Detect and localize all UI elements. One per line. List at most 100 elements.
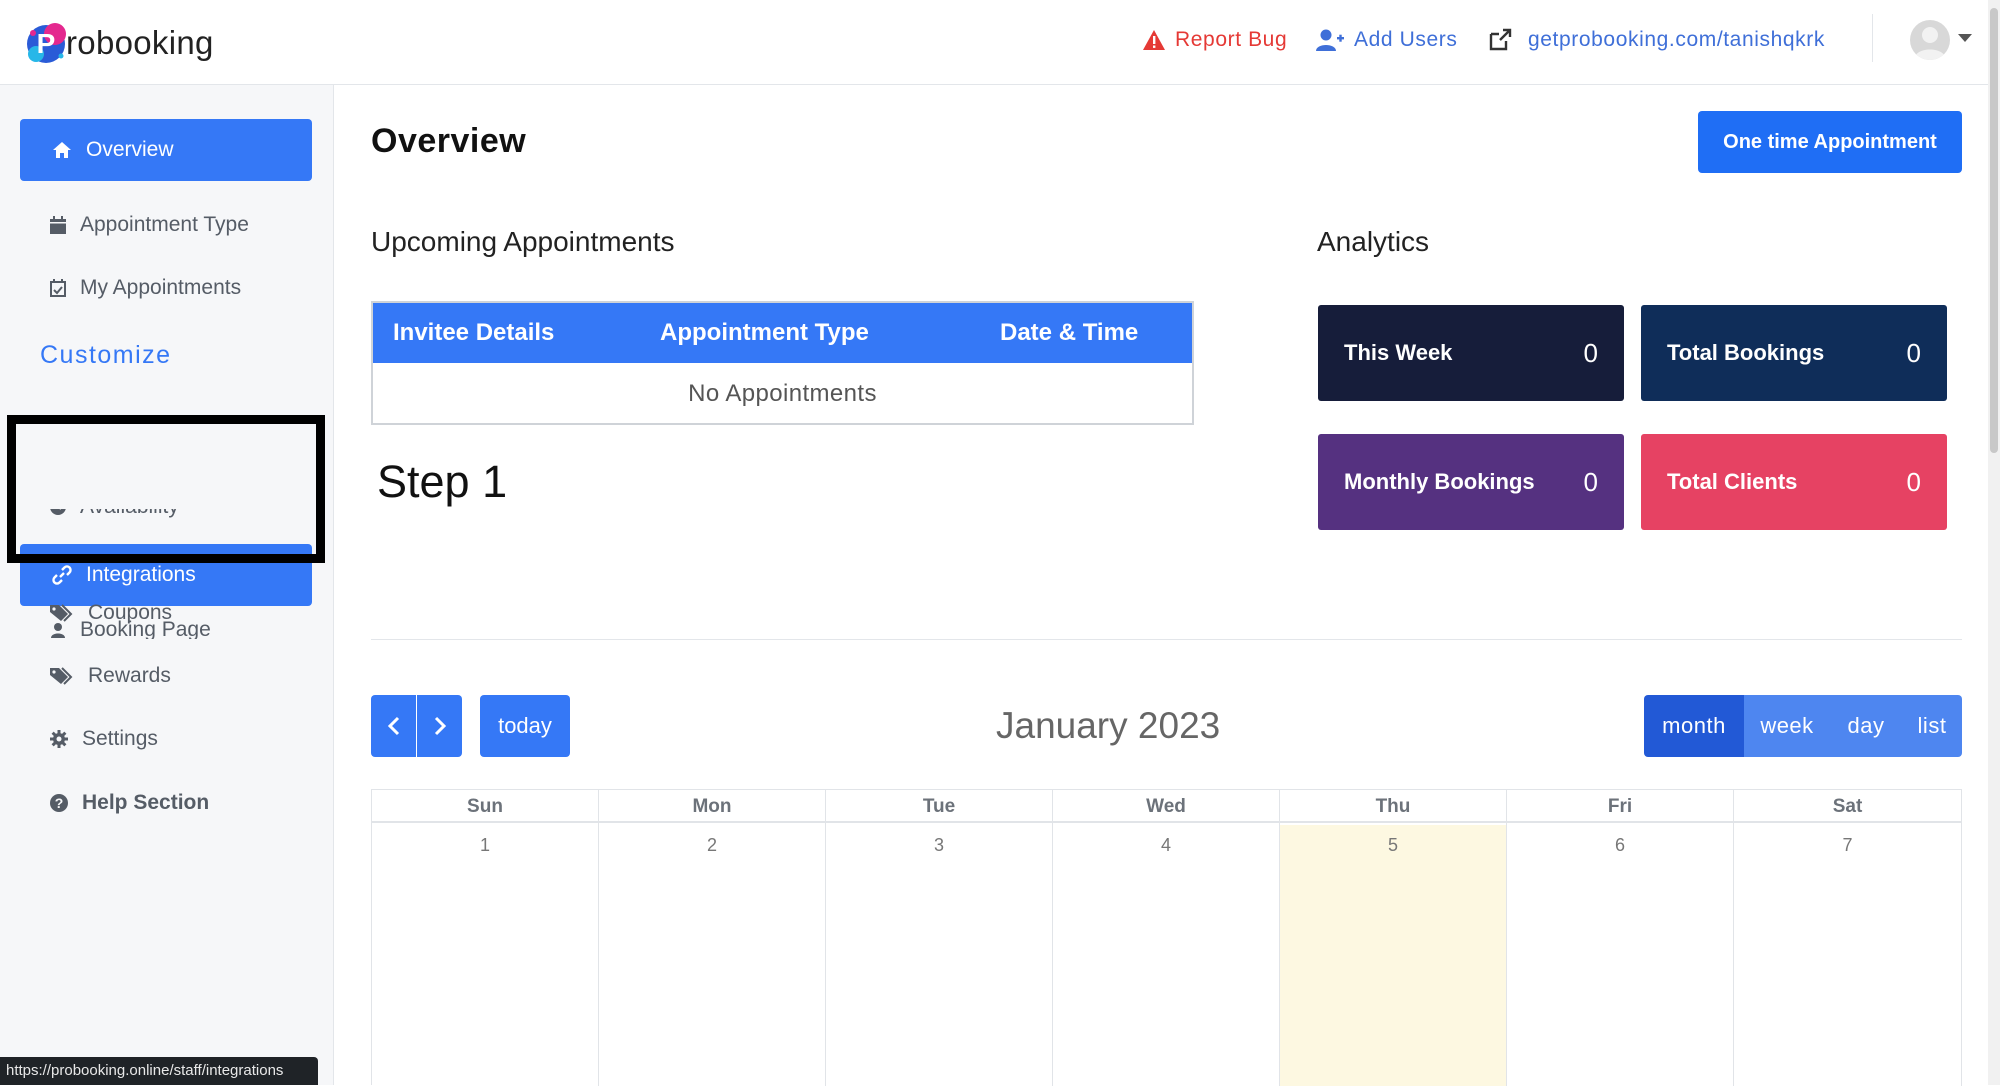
external-link-icon [1489, 28, 1512, 51]
svg-text:?: ? [55, 795, 64, 811]
calendar-day-column[interactable]: Mon 2 [599, 790, 826, 1086]
logo-mark-icon: P [24, 20, 68, 66]
view-week-button[interactable]: week [1744, 695, 1830, 757]
highlight-box [7, 415, 325, 563]
day-of-week-header: Wed [1053, 790, 1279, 823]
calendar-date[interactable]: 1 [372, 835, 598, 856]
col-invitee-details: Invitee Details [393, 319, 555, 346]
analytics-card-total-bookings: Total Bookings 0 [1641, 305, 1947, 401]
booking-page-link[interactable]: getprobooking.com/tanishqkrk [1488, 24, 1825, 56]
calendar-date-today[interactable]: 5 [1280, 835, 1506, 856]
calendar-day-column[interactable]: Wed 4 [1053, 790, 1280, 1086]
add-users-link[interactable]: Add Users [1316, 24, 1457, 56]
calendar-icon [50, 216, 66, 234]
warning-icon [1143, 30, 1165, 50]
calendar-title: January 2023 [996, 705, 1221, 746]
link-icon [52, 565, 72, 585]
calendar-next-button[interactable] [417, 695, 462, 757]
card-label: Total Clients [1667, 469, 1798, 494]
status-bar-url: https://probooking.online/staff/integrat… [0, 1057, 318, 1085]
probooking-logo[interactable]: P robooking [24, 18, 214, 68]
page-title: Overview [371, 122, 527, 160]
step-label: Step 1 [377, 456, 508, 507]
sidebar-item-label: Integrations [86, 563, 196, 586]
sidebar-item-overview[interactable]: Overview [20, 119, 312, 181]
calendar-day-column[interactable]: Sun 1 [372, 790, 599, 1086]
card-value: 0 [1906, 337, 1921, 368]
sidebar-item-label: My Appointments [80, 276, 242, 299]
sidebar: Overview Appointment Type My Appointment… [0, 85, 334, 1085]
empty-appointments-message: No Appointments [688, 380, 877, 407]
scrollbar-thumb[interactable] [1990, 8, 1998, 453]
sidebar-item-coupons[interactable]: Coupons [50, 601, 172, 625]
calendar-day-column-today[interactable]: Thu 5 [1280, 790, 1507, 1086]
customize-heading: Customize [40, 341, 172, 369]
calendar-day-column[interactable]: Tue 3 [826, 790, 1053, 1086]
calendar-date[interactable]: 2 [599, 835, 825, 856]
view-day-button[interactable]: day [1830, 695, 1902, 757]
day-of-week-header: Tue [826, 790, 1052, 823]
day-of-week-header: Sun [372, 790, 598, 823]
sidebar-item-label: Coupons [88, 601, 173, 624]
upcoming-appointments-heading: Upcoming Appointments [371, 226, 675, 257]
home-icon [53, 142, 71, 158]
question-circle-icon: ? [50, 794, 68, 812]
chevron-left-icon [387, 716, 399, 736]
section-divider [371, 639, 1962, 640]
sidebar-item-label: Rewards [88, 664, 171, 687]
sidebar-item-my-appointments[interactable]: My Appointments [50, 276, 241, 300]
day-of-week-header: Thu [1280, 790, 1506, 823]
card-value: 0 [1906, 466, 1921, 497]
sidebar-item-appointment-type[interactable]: Appointment Type [50, 213, 249, 237]
day-of-week-header: Fri [1507, 790, 1733, 823]
view-list-button[interactable]: list [1902, 695, 1962, 757]
calendar-month-grid: Sun 1 Mon 2 Tue 3 Wed 4 Thu 5 Fri 6 Sat … [371, 789, 1962, 1086]
view-month-button[interactable]: month [1644, 695, 1744, 757]
calendar-day-column[interactable]: Fri 6 [1507, 790, 1734, 1086]
card-label: Monthly Bookings [1344, 469, 1535, 494]
sidebar-item-settings[interactable]: Settings [50, 727, 158, 751]
analytics-card-this-week: This Week 0 [1318, 305, 1624, 401]
add-users-label: Add Users [1354, 28, 1458, 51]
calendar-prev-button[interactable] [371, 695, 416, 757]
top-header: P robooking Report Bug Add Users getprob… [0, 0, 1988, 85]
upcoming-appointments-table: Invitee Details Appointment Type Date & … [371, 301, 1194, 425]
page-scrollbar[interactable] [1988, 0, 2000, 1085]
calendar-date[interactable]: 6 [1507, 835, 1733, 856]
chevron-down-icon[interactable] [1958, 34, 1972, 42]
sidebar-item-label: Help Section [82, 791, 210, 814]
analytics-card-total-clients: Total Clients 0 [1641, 434, 1947, 530]
calendar-view-switcher: month week day list [1644, 695, 1962, 757]
day-of-week-header: Mon [599, 790, 825, 823]
card-value: 0 [1583, 337, 1598, 368]
calendar-day-column[interactable]: Sat 7 [1734, 790, 1962, 1086]
card-label: Total Bookings [1667, 340, 1825, 365]
avatar-icon [1914, 27, 1946, 60]
report-bug-label: Report Bug [1175, 28, 1288, 51]
analytics-heading: Analytics [1317, 226, 1430, 257]
today-highlight [1280, 825, 1506, 1086]
sidebar-item-rewards[interactable]: Rewards [50, 664, 171, 688]
logo-letter: P [37, 28, 56, 59]
user-avatar[interactable] [1910, 20, 1950, 60]
calendar-date[interactable]: 3 [826, 835, 1052, 856]
sidebar-item-label: Appointment Type [80, 213, 249, 236]
col-date-time: Date & Time [1000, 319, 1139, 346]
one-time-appointment-button[interactable]: One time Appointment [1698, 111, 1962, 173]
card-label: This Week [1344, 340, 1453, 365]
card-value: 0 [1583, 466, 1598, 497]
calendar-date[interactable]: 4 [1053, 835, 1279, 856]
table-header-row: Invitee Details Appointment Type Date & … [373, 303, 1192, 363]
chevron-right-icon [434, 716, 446, 736]
col-appointment-type: Appointment Type [660, 319, 869, 346]
report-bug-link[interactable]: Report Bug [1143, 24, 1287, 56]
tags-icon [50, 604, 73, 622]
header-separator [1872, 14, 1873, 62]
logo-text: robooking [66, 24, 214, 61]
tags-icon [50, 667, 73, 685]
sidebar-item-help-section[interactable]: ? Help Section [50, 791, 209, 815]
calendar-date[interactable]: 7 [1734, 835, 1961, 856]
calendar-today-button[interactable]: today [480, 695, 570, 757]
gear-icon [50, 730, 68, 748]
analytics-card-monthly-bookings: Monthly Bookings 0 [1318, 434, 1624, 530]
